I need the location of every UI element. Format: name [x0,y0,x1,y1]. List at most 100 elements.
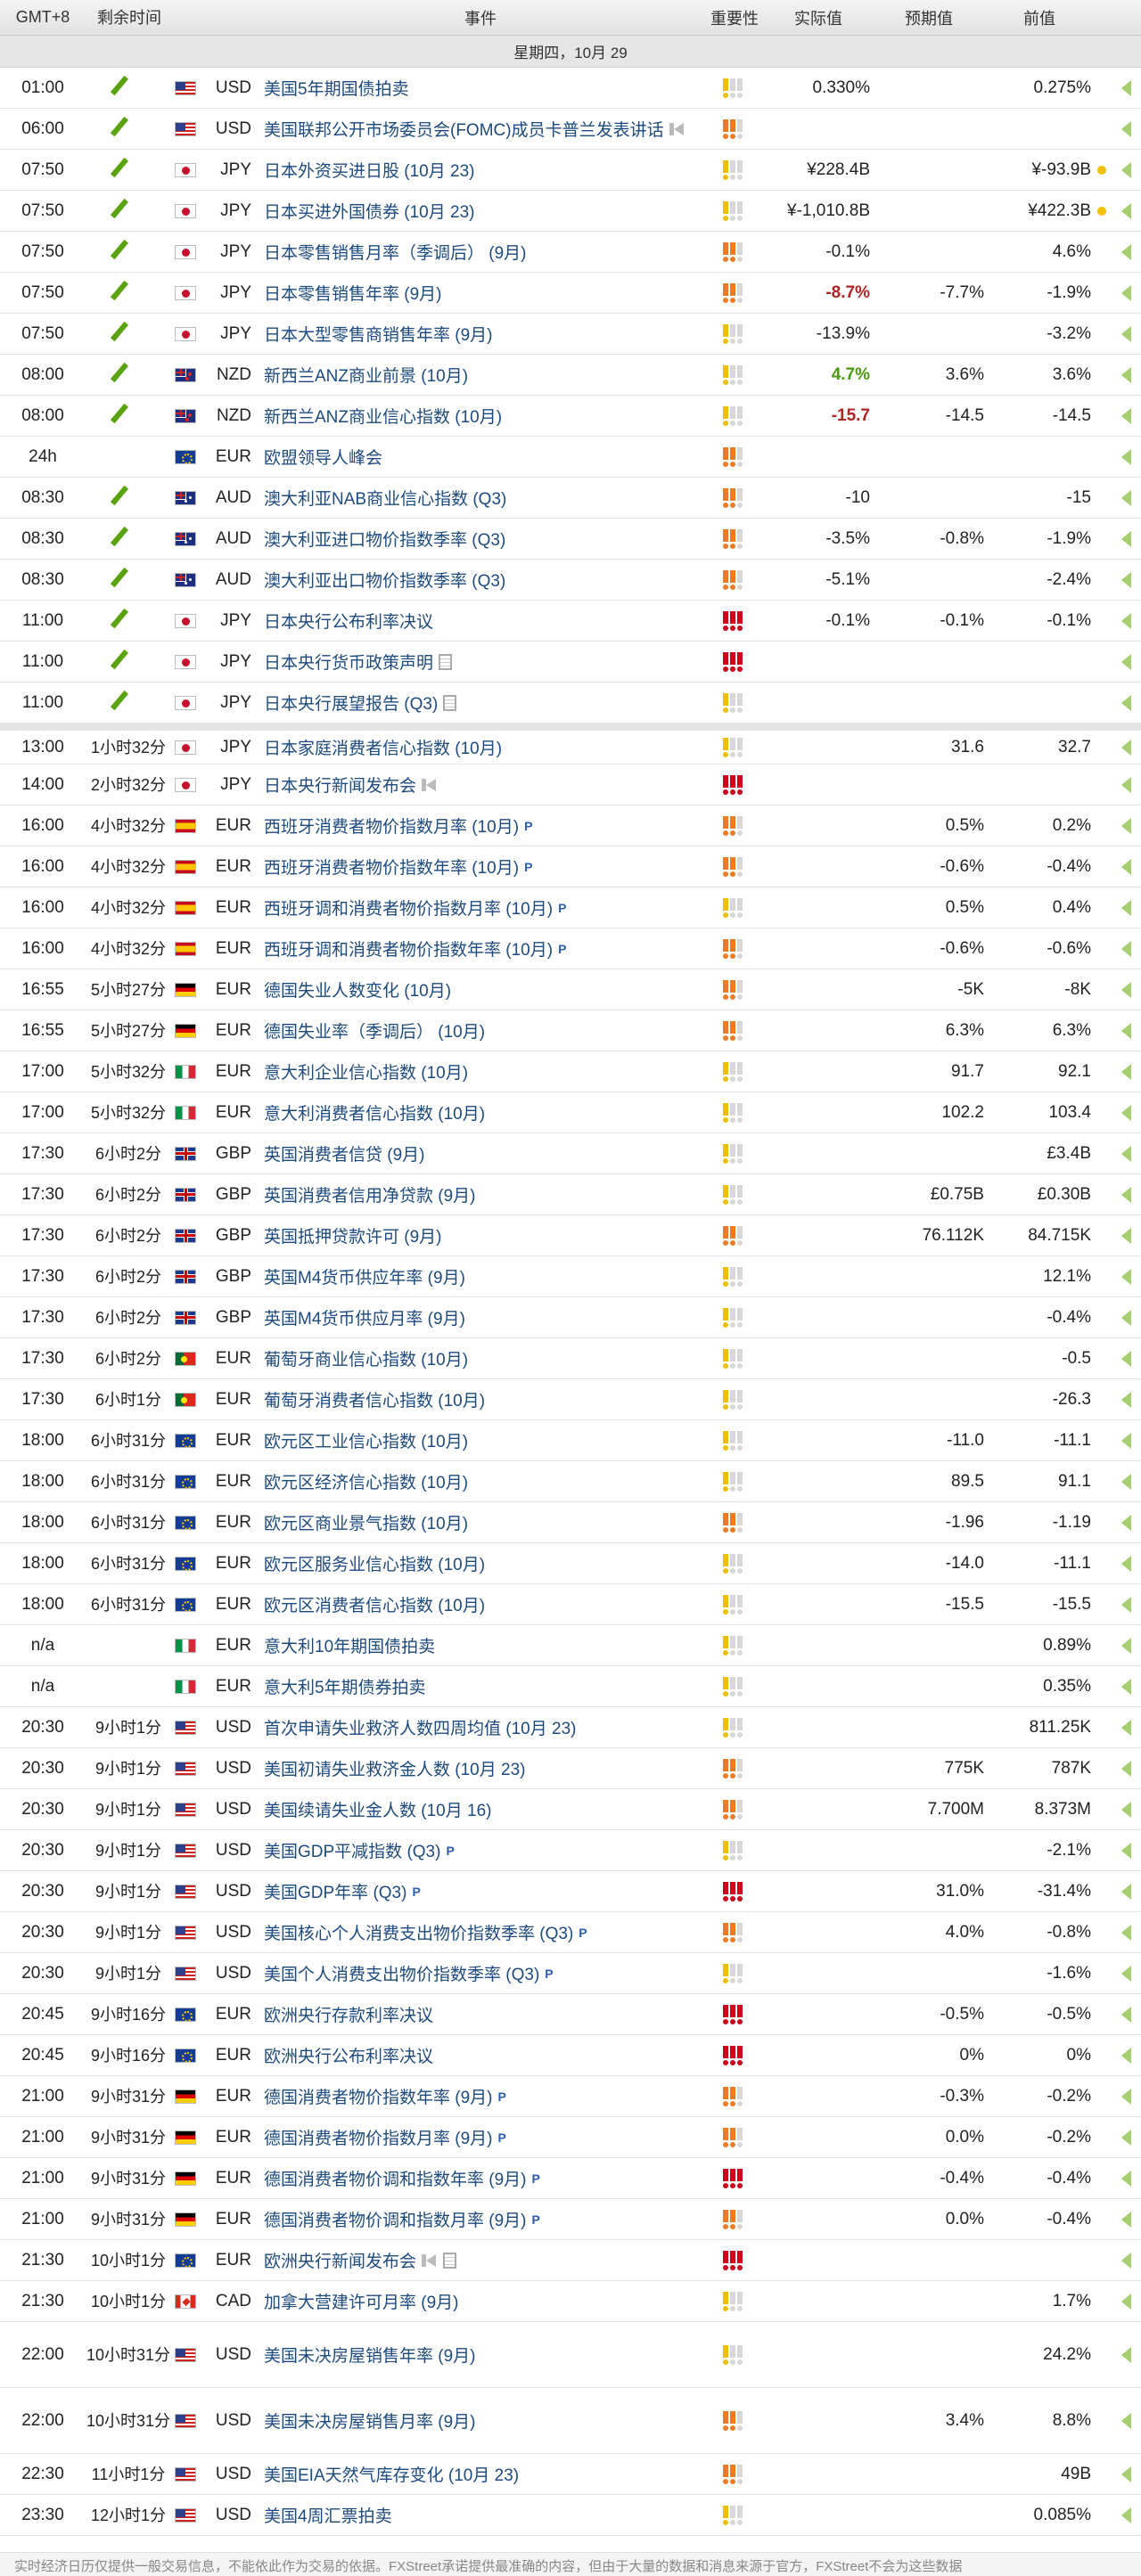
expand-row-button[interactable] [1112,940,1139,957]
event-name-link[interactable]: 欧元区消费者信心指数 (10月) [255,1592,702,1616]
table-row[interactable]: 17:30 6小时1分 EUR 葡萄牙消费者信心指数 (10月) -26.3 [0,1379,1141,1420]
expand-row-button[interactable] [1112,1473,1139,1490]
table-row[interactable]: 17:30 6小时2分 GBP 英国M4货币供应月率 (9月) -0.4% [0,1297,1141,1338]
table-row[interactable]: 22:00 10小时31分 USD 美国未决房屋销售年率 (9月) 24.2% [0,2322,1141,2388]
expand-row-button[interactable] [1112,1186,1139,1203]
event-name-link[interactable]: 英国M4货币供应年率 (9月) [255,1264,702,1288]
event-name-link[interactable]: 美国个人消费支出物价指数季率 (Q3) P [255,1961,702,1985]
expand-row-button[interactable] [1112,899,1139,916]
expand-row-button[interactable] [1112,1268,1139,1285]
event-name-link[interactable]: 德国消费者物价指数月率 (9月) P [255,2125,702,2149]
expand-row-button[interactable] [1112,1309,1139,1326]
table-row[interactable]: 20:30 9小时1分 USD 美国GDP平减指数 (Q3) P -2.1% [0,1830,1141,1871]
event-name-link[interactable]: 美国5年期国债拍卖 [255,76,702,100]
expand-row-button[interactable] [1112,1022,1139,1039]
expand-row-button[interactable] [1112,2412,1139,2429]
expand-row-button[interactable] [1112,1227,1139,1244]
event-name-link[interactable]: 日本央行货币政策声明 [255,650,702,674]
event-name-link[interactable]: 日本央行展望报告 (Q3) [255,691,702,715]
event-name-link[interactable]: 德国消费者物价调和指数月率 (9月) P [255,2207,702,2231]
table-row[interactable]: 20:45 9小时16分 EUR 欧洲央行存款利率决议 -0.5% -0.5% [0,1994,1141,2035]
expand-row-button[interactable] [1112,366,1139,383]
event-name-link[interactable]: 意大利5年期债券拍卖 [255,1674,702,1698]
expand-row-button[interactable] [1112,407,1139,424]
table-row[interactable]: n/a EUR 意大利5年期债券拍卖 0.35% [0,1666,1141,1707]
event-name-link[interactable]: 新西兰ANZ商业前景 (10月) [255,363,702,387]
event-name-link[interactable]: 日本外资买进日股 (10月 23) [255,158,702,182]
table-row[interactable]: 16:00 4小时32分 EUR 西班牙调和消费者物价指数月率 (10月) P 0.5% 0… [0,887,1141,928]
expand-row-button[interactable] [1112,1391,1139,1408]
event-name-link[interactable]: 澳大利亚出口物价指数季率 (Q3) [255,568,702,592]
table-row[interactable]: 17:30 6小时2分 GBP 英国消费者信用净贷款 (9月) £0.75B £0.30B [0,1174,1141,1215]
expand-row-button[interactable] [1112,1965,1139,1982]
expand-row-button[interactable] [1112,1719,1139,1736]
expand-row-button[interactable] [1112,325,1139,342]
expand-row-button[interactable] [1112,489,1139,506]
table-row[interactable]: 11:00 JPY 日本央行货币政策声明 [0,642,1141,683]
event-name-link[interactable]: 日本买进外国债券 (10月 23) [255,199,702,223]
event-name-link[interactable]: 美国GDP年率 (Q3) P [255,1879,702,1903]
event-name-link[interactable]: 美国初请失业救济金人数 (10月 23) [255,1756,702,1780]
expand-row-button[interactable] [1112,1924,1139,1941]
expand-row-button[interactable] [1112,1596,1139,1613]
event-name-link[interactable]: 日本央行新闻发布会 [255,773,702,797]
event-name-link[interactable]: 德国失业人数变化 (10月) [255,977,702,1002]
expand-row-button[interactable] [1112,776,1139,793]
expand-row-button[interactable] [1112,1104,1139,1121]
header-timezone[interactable]: GMT+8 [0,8,86,27]
expand-row-button[interactable] [1112,2088,1139,2105]
table-row[interactable]: n/a EUR 意大利10年期国债拍卖 0.89% [0,1625,1141,1666]
event-name-link[interactable]: 日本央行公布利率决议 [255,609,702,633]
expand-row-button[interactable] [1112,2211,1139,2228]
event-name-link[interactable]: 日本家庭消费者信心指数 (10月) [255,735,702,759]
event-name-link[interactable]: 美国联邦公开市场委员会(FOMC)成员卡普兰发表讲话 [255,117,702,141]
expand-row-button[interactable] [1112,243,1139,260]
table-row[interactable]: 18:00 6小时31分 EUR 欧元区经济信心指数 (10月) 89.5 91.1 [0,1461,1141,1502]
expand-row-button[interactable] [1112,202,1139,219]
event-name-link[interactable]: 西班牙消费者物价指数年率 (10月) P [255,855,702,879]
table-row[interactable]: 14:00 2小时32分 JPY 日本央行新闻发布会 [0,765,1141,806]
table-row[interactable]: 07:50 JPY 日本外资买进日股 (10月 23) ¥228.4B ¥-93.9B [0,150,1141,191]
expand-row-button[interactable] [1112,284,1139,301]
table-row[interactable]: 21:00 9小时31分 EUR 德国消费者物价调和指数年率 (9月) P -0.4% -0… [0,2158,1141,2199]
event-name-link[interactable]: 日本零售销售年率 (9月) [255,281,702,305]
table-row[interactable]: 01:00 USD 美国5年期国债拍卖 0.330% 0.275% [0,68,1141,109]
event-name-link[interactable]: 意大利消费者信心指数 (10月) [255,1100,702,1124]
expand-row-button[interactable] [1112,653,1139,670]
expand-row-button[interactable] [1112,2346,1139,2363]
expand-row-button[interactable] [1112,1063,1139,1080]
table-row[interactable]: 07:50 JPY 日本零售销售年率 (9月) -8.7% -7.7% -1.9% [0,273,1141,314]
event-name-link[interactable]: 美国4周汇票拍卖 [255,2503,702,2527]
table-row[interactable]: 16:55 5小时27分 EUR 德国失业人数变化 (10月) -5K -8K [0,969,1141,1010]
table-row[interactable]: 07:50 JPY 日本大型零售商销售年率 (9月) -13.9% -3.2% [0,314,1141,355]
event-name-link[interactable]: 欧元区服务业信心指数 (10月) [255,1551,702,1575]
expand-row-button[interactable] [1112,981,1139,998]
table-row[interactable]: 17:30 6小时2分 GBP 英国消费者信贷 (9月) £3.4B [0,1133,1141,1174]
table-row[interactable]: 16:55 5小时27分 EUR 德国失业率（季调后） (10月) 6.3% 6.3% [0,1010,1141,1051]
table-row[interactable]: 18:00 6小时31分 EUR 欧元区服务业信心指数 (10月) -14.0 -11.1 [0,1543,1141,1584]
expand-row-button[interactable] [1112,858,1139,875]
expand-row-button[interactable] [1112,2047,1139,2064]
expand-row-button[interactable] [1112,1760,1139,1777]
event-name-link[interactable]: 澳大利亚进口物价指数季率 (Q3) [255,527,702,551]
event-name-link[interactable]: 欧元区经济信心指数 (10月) [255,1469,702,1493]
event-name-link[interactable]: 英国消费者信贷 (9月) [255,1141,702,1165]
expand-row-button[interactable] [1112,1842,1139,1859]
expand-row-button[interactable] [1112,739,1139,756]
table-row[interactable]: 07:50 JPY 日本零售销售月率（季调后） (9月) -0.1% 4.6% [0,232,1141,273]
expand-row-button[interactable] [1112,612,1139,629]
event-name-link[interactable]: 美国未决房屋销售年率 (9月) [255,2343,702,2367]
expand-row-button[interactable] [1112,1432,1139,1449]
expand-row-button[interactable] [1112,120,1139,137]
expand-row-button[interactable] [1112,694,1139,711]
expand-row-button[interactable] [1112,1883,1139,1900]
expand-row-button[interactable] [1112,1555,1139,1572]
event-name-link[interactable]: 美国续请失业金人数 (10月 16) [255,1797,702,1821]
expand-row-button[interactable] [1112,2293,1139,2310]
table-row[interactable]: 08:30 AUD 澳大利亚进口物价指数季率 (Q3) -3.5% -0.8% -1.9% [0,519,1141,560]
event-name-link[interactable]: 英国消费者信用净贷款 (9月) [255,1182,702,1206]
expand-row-button[interactable] [1112,1350,1139,1367]
table-row[interactable]: 22:00 10小时31分 USD 美国未决房屋销售月率 (9月) 3.4% 8.8% [0,2388,1141,2454]
table-row[interactable]: 17:00 5小时32分 EUR 意大利消费者信心指数 (10月) 102.2 103.4 [0,1092,1141,1133]
event-name-link[interactable]: 葡萄牙商业信心指数 (10月) [255,1346,702,1370]
